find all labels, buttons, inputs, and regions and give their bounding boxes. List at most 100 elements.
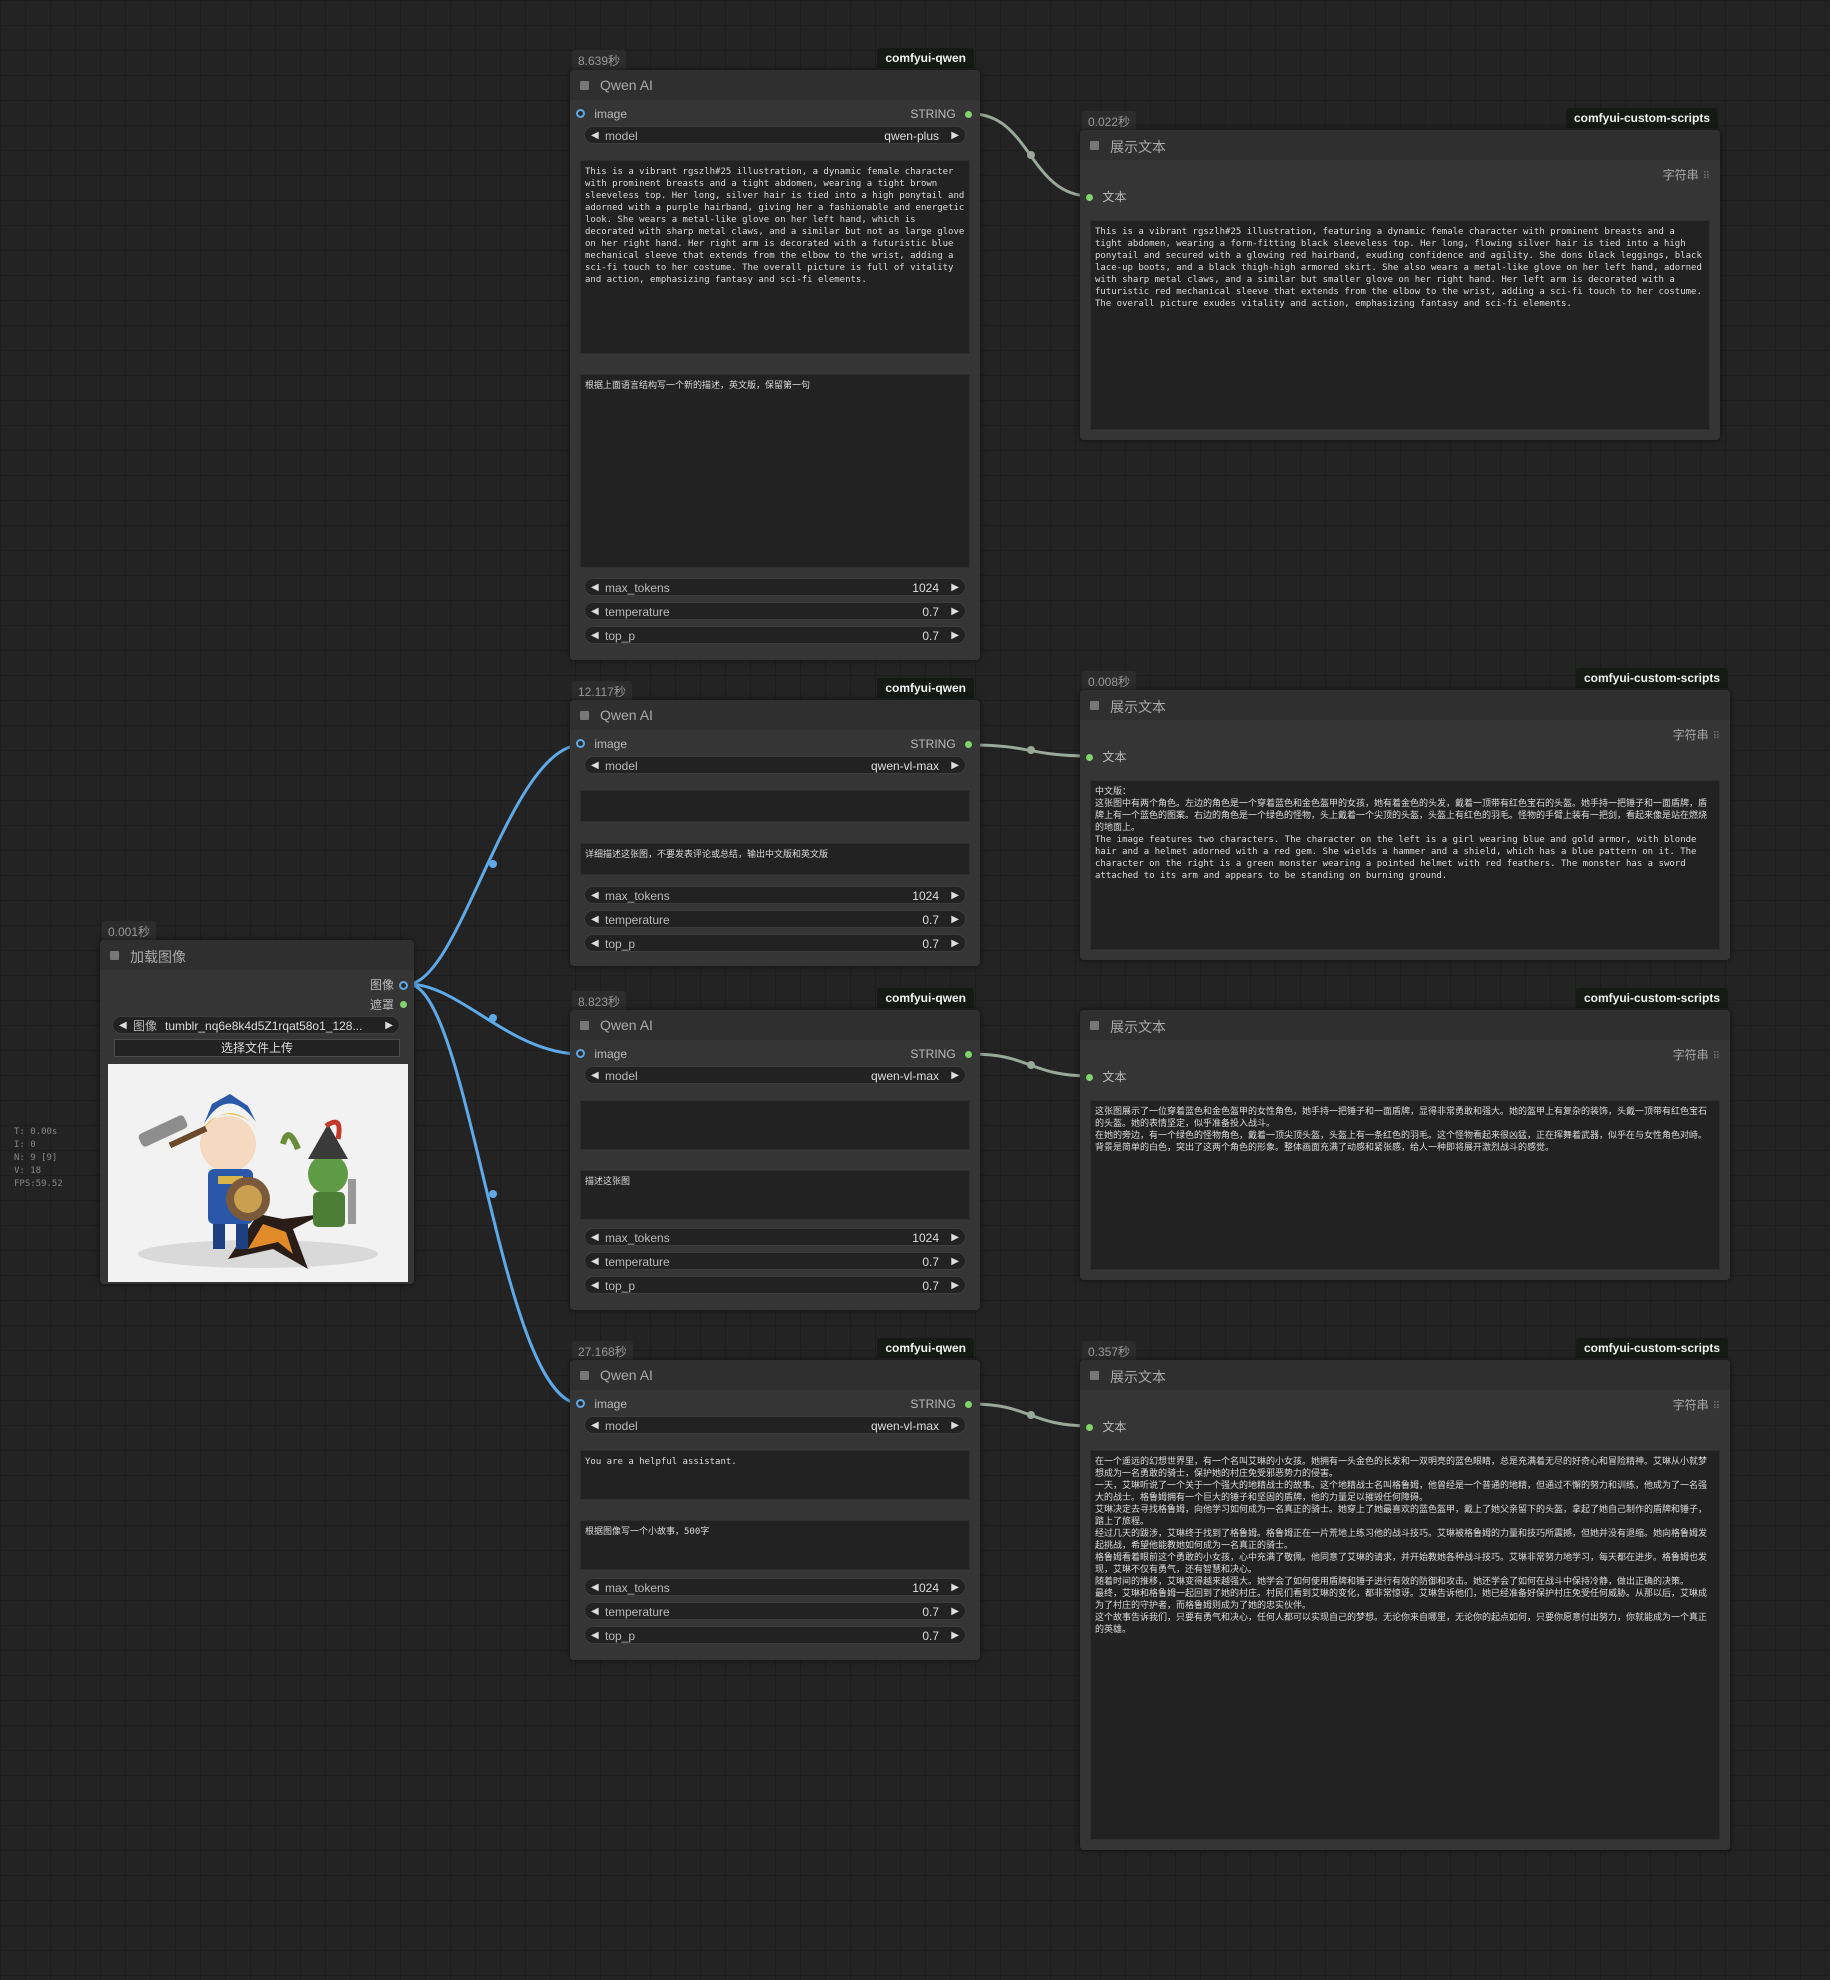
model-selector[interactable]: ◀ model qwen-vl-max ▶ <box>584 1416 966 1434</box>
arrow-left-icon[interactable]: ◀ <box>591 1627 599 1645</box>
max-tokens-stepper[interactable]: ◀ max_tokens 1024 ▶ <box>584 578 966 596</box>
node-header[interactable]: 展示文本 <box>1080 690 1730 720</box>
temperature-stepper[interactable]: ◀ temperature 0.7 ▶ <box>584 602 966 620</box>
input-dot[interactable] <box>1086 1074 1093 1081</box>
output-slot-string[interactable]: STRING <box>910 737 972 751</box>
arrow-right-icon[interactable]: ▶ <box>951 1627 959 1645</box>
input-slot-image[interactable]: image <box>576 107 627 121</box>
input-dot[interactable] <box>576 1049 585 1058</box>
qwen-ai-node[interactable]: Qwen AI image STRING ◀ model qwen-vl-max… <box>570 700 980 966</box>
collapse-toggle[interactable] <box>1090 141 1099 150</box>
qwen-ai-node[interactable]: Qwen AI image STRING ◀ model qwen-vl-max… <box>570 1360 980 1660</box>
input-dot[interactable] <box>1086 1424 1093 1431</box>
system-prompt-textarea[interactable] <box>580 790 970 822</box>
top-p-stepper[interactable]: ◀ top_p 0.7 ▶ <box>584 1626 966 1644</box>
collapse-toggle[interactable] <box>1090 701 1099 710</box>
system-prompt-textarea[interactable] <box>580 1100 970 1150</box>
drag-grip-icon[interactable]: ⠿ <box>1713 1401 1720 1412</box>
user-prompt-textarea[interactable]: 描述这张图 <box>580 1170 970 1220</box>
collapse-toggle[interactable] <box>580 81 589 90</box>
top-p-stepper[interactable]: ◀ top_p 0.7 ▶ <box>584 934 966 952</box>
input-dot[interactable] <box>576 1399 585 1408</box>
max-tokens-stepper[interactable]: ◀ max_tokens 1024 ▶ <box>584 1228 966 1246</box>
output-slot-string[interactable]: STRING <box>910 107 972 121</box>
user-prompt-textarea[interactable]: 根据图像写一个小故事，500字 <box>580 1520 970 1570</box>
show-text-node[interactable]: 展示文本 字符串 ⠿ 文本 这张图展示了一位穿着蓝色和金色盔甲的女性角色，她手持一… <box>1080 1010 1730 1280</box>
collapse-toggle[interactable] <box>1090 1371 1099 1380</box>
arrow-left-icon[interactable]: ◀ <box>591 1417 599 1435</box>
qwen-ai-node[interactable]: Qwen AI image STRING ◀ model qwen-plus ▶… <box>570 70 980 660</box>
node-header[interactable]: 展示文本 <box>1080 1010 1730 1040</box>
input-dot[interactable] <box>1086 754 1093 761</box>
input-slot-text[interactable]: 文本 <box>1086 1420 1126 1434</box>
node-header[interactable]: 展示文本 <box>1080 1360 1730 1390</box>
node-header[interactable]: Qwen AI <box>570 700 980 730</box>
drag-grip-icon[interactable]: ⠿ <box>1713 1051 1720 1062</box>
arrow-right-icon[interactable]: ▶ <box>951 627 959 645</box>
output-dot[interactable] <box>965 1051 972 1058</box>
output-dot[interactable] <box>965 111 972 118</box>
arrow-left-icon[interactable]: ◀ <box>591 1253 599 1271</box>
arrow-left-icon[interactable]: ◀ <box>591 579 599 597</box>
arrow-left-icon[interactable]: ◀ <box>591 1579 599 1597</box>
arrow-right-icon[interactable]: ▶ <box>951 1229 959 1247</box>
display-text-area[interactable]: 中文版： 这张图中有两个角色。左边的角色是一个穿着蓝色和金色盔甲的女孩，她有着金… <box>1090 780 1720 950</box>
output-dot[interactable] <box>965 741 972 748</box>
output-dot[interactable] <box>965 1401 972 1408</box>
system-prompt-textarea[interactable]: You are a helpful assistant. <box>580 1450 970 1500</box>
arrow-left-icon[interactable]: ◀ <box>591 887 599 905</box>
node-header[interactable]: Qwen AI <box>570 70 980 100</box>
arrow-left-icon[interactable]: ◀ <box>591 1603 599 1621</box>
arrow-right-icon[interactable]: ▶ <box>951 757 959 775</box>
collapse-toggle[interactable] <box>580 711 589 720</box>
arrow-left-icon[interactable]: ◀ <box>591 935 599 953</box>
arrow-left-icon[interactable]: ◀ <box>591 1229 599 1247</box>
arrow-left-icon[interactable]: ◀ <box>591 1067 599 1085</box>
display-text-area[interactable]: 这张图展示了一位穿着蓝色和金色盔甲的女性角色，她手持一把锤子和一面盾牌，显得非常… <box>1090 1100 1720 1270</box>
arrow-right-icon[interactable]: ▶ <box>951 579 959 597</box>
output-dot[interactable] <box>399 981 408 990</box>
arrow-right-icon[interactable]: ▶ <box>951 1253 959 1271</box>
node-header[interactable]: 加载图像 <box>100 940 414 970</box>
model-selector[interactable]: ◀ model qwen-vl-max ▶ <box>584 1066 966 1084</box>
qwen-ai-node[interactable]: Qwen AI image STRING ◀ model qwen-vl-max… <box>570 1010 980 1310</box>
arrow-left-icon[interactable]: ◀ <box>591 603 599 621</box>
top-p-stepper[interactable]: ◀ top_p 0.7 ▶ <box>584 626 966 644</box>
node-header[interactable]: Qwen AI <box>570 1360 980 1390</box>
arrow-left-icon[interactable]: ◀ <box>591 127 599 145</box>
input-slot-text[interactable]: 文本 <box>1086 190 1126 204</box>
collapse-toggle[interactable] <box>1090 1021 1099 1030</box>
arrow-right-icon[interactable]: ▶ <box>951 127 959 145</box>
arrow-right-icon[interactable]: ▶ <box>951 1277 959 1295</box>
arrow-right-icon[interactable]: ▶ <box>385 1017 393 1035</box>
arrow-left-icon[interactable]: ◀ <box>591 911 599 929</box>
max-tokens-stepper[interactable]: ◀ max_tokens 1024 ▶ <box>584 886 966 904</box>
input-slot-image[interactable]: image <box>576 1047 627 1061</box>
node-header[interactable]: Qwen AI <box>570 1010 980 1040</box>
output-slot-mask[interactable]: 遮罩 <box>370 998 407 1012</box>
user-prompt-textarea[interactable]: 详细描述这张图，不要发表评论或总结，输出中文版和英文版 <box>580 843 970 875</box>
input-dot[interactable] <box>576 739 585 748</box>
output-slot-string[interactable]: STRING <box>910 1397 972 1411</box>
node-header[interactable]: 展示文本 <box>1080 130 1720 160</box>
arrow-left-icon[interactable]: ◀ <box>119 1017 127 1035</box>
model-selector[interactable]: ◀ model qwen-vl-max ▶ <box>584 756 966 774</box>
user-prompt-textarea[interactable]: 根据上面语言结构写一个新的描述，英文版，保留第一句 <box>580 374 970 568</box>
arrow-right-icon[interactable]: ▶ <box>951 1067 959 1085</box>
output-slot-string[interactable]: STRING <box>910 1047 972 1061</box>
output-slot-image[interactable]: 图像 <box>370 978 408 992</box>
show-text-node[interactable]: 展示文本 字符串 ⠿ 文本 This is a vibrant rgszlh#25… <box>1080 130 1720 440</box>
temperature-stepper[interactable]: ◀ temperature 0.7 ▶ <box>584 910 966 928</box>
collapse-toggle[interactable] <box>110 951 119 960</box>
input-slot-text[interactable]: 文本 <box>1086 750 1126 764</box>
collapse-toggle[interactable] <box>580 1021 589 1030</box>
arrow-left-icon[interactable]: ◀ <box>591 757 599 775</box>
system-prompt-textarea[interactable]: This is a vibrant rgszlh#25 illustration… <box>580 160 970 354</box>
input-slot-text[interactable]: 文本 <box>1086 1070 1126 1084</box>
display-text-area[interactable]: 在一个遥远的幻想世界里，有一个名叫艾琳的小女孩。她拥有一头金色的长发和一双明亮的… <box>1090 1450 1720 1840</box>
output-dot[interactable] <box>400 1001 407 1008</box>
input-slot-image[interactable]: image <box>576 1397 627 1411</box>
arrow-right-icon[interactable]: ▶ <box>951 935 959 953</box>
input-dot[interactable] <box>576 109 585 118</box>
show-text-node[interactable]: 展示文本 字符串 ⠿ 文本 在一个遥远的幻想世界里，有一个名叫艾琳的小女孩。她拥有… <box>1080 1360 1730 1850</box>
